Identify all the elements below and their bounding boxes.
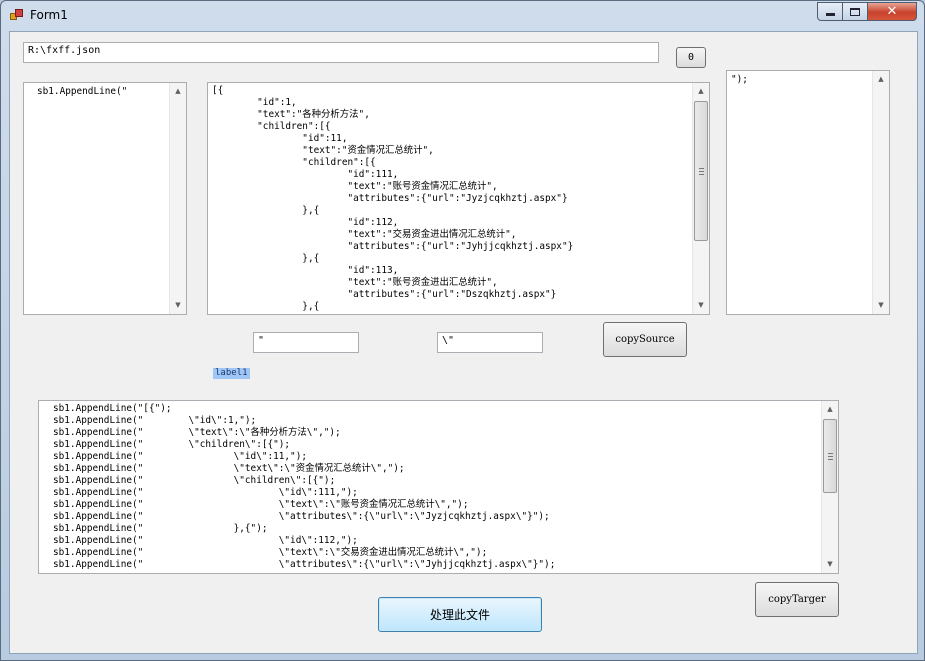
output-content: sb1.AppendLine("[{"); sb1.AppendLine(" \"… [53, 403, 818, 571]
source-line: },{ [212, 205, 320, 216]
source-line: "attributes":{"url":"Jyhjjcqkhztj.aspx"} [212, 241, 574, 252]
output-line: sb1.AppendLine(" \"children\":[{"); [53, 439, 291, 450]
minimize-icon [825, 13, 835, 16]
scroll-up-arrow-icon[interactable]: ▲ [873, 71, 889, 88]
scroll-down-arrow-icon[interactable]: ▼ [873, 297, 889, 314]
output-line: sb1.AppendLine(" \"attributes\":{\"url\"… [53, 559, 556, 570]
app-icon [10, 9, 24, 21]
source-line: "id":112, [212, 217, 399, 228]
close-icon: ✕ [886, 4, 898, 19]
source-line: "id":1, [212, 97, 297, 108]
zero-button[interactable]: 0 [676, 47, 706, 68]
output-line: sb1.AppendLine("[{"); [53, 403, 172, 414]
source-line: "id":113, [212, 265, 399, 276]
suffix-textbox[interactable]: "); ▲ ▼ [726, 70, 890, 315]
maximize-button[interactable] [842, 2, 868, 21]
scroll-down-arrow-icon[interactable]: ▼ [170, 297, 186, 314]
source-line: [{ [212, 85, 224, 96]
output-line: sb1.AppendLine(" \"id\":111,"); [53, 487, 358, 498]
window-title: Form1 [30, 8, 68, 22]
source-line: "text":"账号资金情况汇总统计", [212, 181, 498, 192]
output-line: sb1.AppendLine(" \"id\":112,"); [53, 535, 358, 546]
source-line: "attributes":{"url":"Jyzjcqkhztj.aspx"} [212, 193, 568, 204]
scroll-thumb[interactable] [694, 101, 708, 241]
copy-source-button[interactable]: copySource [603, 322, 687, 357]
scroll-up-arrow-icon[interactable]: ▲ [822, 401, 838, 418]
source-line: "children":[{ [212, 157, 376, 168]
output-line: sb1.AppendLine(" \"id\":1,"); [53, 415, 257, 426]
source-json-textbox[interactable]: [{ "id":1, "text":"各种分析方法", "children":[… [207, 82, 710, 315]
grip-icon [828, 453, 833, 460]
source-line: "children":[{ [212, 121, 331, 132]
maximize-icon [850, 7, 860, 16]
title-bar[interactable]: Form1 ✕ [1, 1, 924, 31]
copy-target-button[interactable]: copyTarger [755, 582, 839, 617]
source-json-content: [{ "id":1, "text":"各种分析方法", "children":[… [212, 85, 689, 312]
label1: label1 [213, 368, 250, 379]
scroll-up-arrow-icon[interactable]: ▲ [170, 83, 186, 100]
prefix-textbox[interactable]: sb1.AppendLine(" ▲ ▼ [23, 82, 187, 315]
source-scrollbar[interactable]: ▲ ▼ [692, 83, 709, 314]
output-line: sb1.AppendLine(" \"text\":\"交易资金进出情况汇总统计… [53, 547, 488, 558]
suffix-text: "); [731, 74, 748, 85]
output-line: sb1.AppendLine(" \"children\":[{"); [53, 475, 336, 486]
source-line: },{ [212, 301, 320, 312]
output-line: sb1.AppendLine(" \"id\":11,"); [53, 451, 307, 462]
form-client-area: R:\fxff.json 0 sb1.AppendLine(" ▲ ▼ [{ "… [9, 31, 918, 654]
quote-input[interactable]: " [253, 332, 359, 353]
source-line: "text":"账号资金进出汇总统计", [212, 277, 498, 288]
scroll-thumb[interactable] [823, 419, 837, 493]
file-path-input[interactable]: R:\fxff.json [23, 42, 659, 63]
output-scrollbar[interactable]: ▲ ▼ [821, 401, 838, 573]
source-line: },{ [212, 253, 320, 264]
source-line: "id":111, [212, 169, 399, 180]
close-button[interactable]: ✕ [867, 2, 917, 21]
source-line: "id":11, [212, 133, 348, 144]
process-file-button[interactable]: 处理此文件 [378, 597, 542, 632]
prefix-text: sb1.AppendLine(" [37, 86, 128, 97]
source-line: "attributes":{"url":"Dszqkhztj.aspx"} [212, 289, 557, 300]
output-line: sb1.AppendLine(" \"attributes\":{\"url\"… [53, 511, 550, 522]
source-line: "text":"资金情况汇总统计", [212, 145, 434, 156]
source-line: "text":"交易资金进出情况汇总统计", [212, 229, 517, 240]
scroll-down-arrow-icon[interactable]: ▼ [693, 297, 709, 314]
minimize-button[interactable] [817, 2, 843, 21]
escaped-quote-input[interactable]: \" [437, 332, 543, 353]
grip-icon [699, 168, 704, 175]
scroll-down-arrow-icon[interactable]: ▼ [822, 556, 838, 573]
scroll-up-arrow-icon[interactable]: ▲ [693, 83, 709, 100]
output-line: sb1.AppendLine(" },{"); [53, 523, 268, 534]
caption-buttons: ✕ [817, 2, 919, 21]
output-line: sb1.AppendLine(" \"text\":\"各种分析方法\","); [53, 427, 341, 438]
prefix-scrollbar[interactable]: ▲ ▼ [169, 83, 186, 314]
output-textbox[interactable]: sb1.AppendLine("[{"); sb1.AppendLine(" \"… [38, 400, 839, 574]
output-line: sb1.AppendLine(" \"text\":\"资金情况汇总统计\","… [53, 463, 405, 474]
source-line: "text":"各种分析方法", [212, 109, 370, 120]
suffix-scrollbar[interactable]: ▲ ▼ [872, 71, 889, 314]
output-line: sb1.AppendLine(" \"text\":\"账号资金情况汇总统计\"… [53, 499, 469, 510]
main-window: Form1 ✕ R:\fxff.json 0 sb1.AppendLine(" … [0, 0, 925, 661]
